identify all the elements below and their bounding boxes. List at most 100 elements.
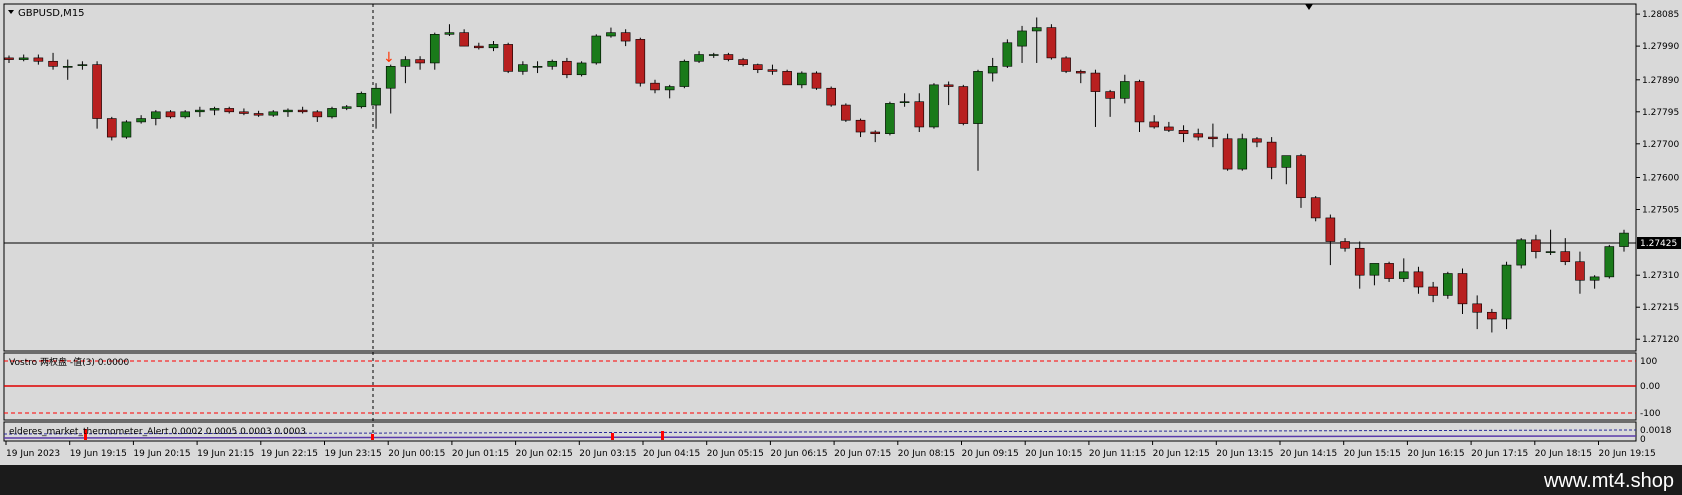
bear-candle <box>1487 311 1497 320</box>
bull-candle <box>385 66 396 89</box>
time-tick-label: 20 Jun 15:15 <box>1344 449 1401 459</box>
bull-candle <box>1369 263 1380 276</box>
current-price-label: 1.27425 <box>1640 239 1677 249</box>
time-tick-label: 20 Jun 00:15 <box>388 449 445 459</box>
time-tick-label: 20 Jun 18:15 <box>1535 449 1592 459</box>
signal-arrow-icon: ↓ <box>383 50 395 66</box>
bull-candle <box>1619 232 1629 247</box>
bear-candle <box>1354 247 1365 276</box>
time-tick-label: 20 Jun 07:15 <box>834 449 891 459</box>
indicator2-tick-bottom: 0 <box>1640 435 1646 445</box>
bear-candle <box>943 84 954 87</box>
bull-candle <box>1501 264 1512 320</box>
price-tick-label: 1.27890 <box>1642 76 1679 86</box>
thermometer-spike <box>611 433 614 440</box>
time-tick-label: 19 Jun 22:15 <box>261 449 318 459</box>
bear-candle <box>620 32 631 42</box>
bull-candle <box>1398 271 1409 279</box>
price-tick-label: 1.27795 <box>1642 108 1679 118</box>
symbol-label: GBPUSD,M15 <box>18 8 85 19</box>
bear-candle <box>650 82 660 91</box>
bear-candle <box>1164 126 1174 131</box>
bull-candle <box>1120 81 1130 99</box>
time-tick-label: 20 Jun 10:15 <box>1025 449 1082 459</box>
bull-candle <box>885 103 895 135</box>
bear-candle <box>1384 263 1394 279</box>
bull-candle <box>488 44 499 49</box>
bull-candle <box>327 108 337 118</box>
time-tick-label: 19 Jun 2023 <box>6 449 60 459</box>
time-tick-label: 20 Jun 16:15 <box>1407 449 1464 459</box>
bull-candle <box>283 109 293 113</box>
bull-candle <box>1017 30 1027 47</box>
bear-candle <box>415 59 425 64</box>
price-tick-label: 1.27505 <box>1642 206 1679 216</box>
bull-candle <box>1281 155 1292 168</box>
bear-candle <box>1134 81 1145 123</box>
bear-candle <box>914 101 925 128</box>
main-price-pane[interactable] <box>3 3 1637 352</box>
bear-candle <box>297 109 308 113</box>
bull-candle <box>547 60 558 67</box>
bear-candle <box>106 118 117 138</box>
bear-candle <box>738 59 748 65</box>
price-tick-label: 1.27120 <box>1642 335 1679 345</box>
time-tick-label: 20 Jun 05:15 <box>707 449 764 459</box>
bear-candle <box>1252 138 1262 143</box>
price-tick-label: 1.27990 <box>1642 42 1679 52</box>
bear-candle <box>635 39 646 84</box>
bull-candle <box>429 34 440 64</box>
bear-candle <box>811 72 822 89</box>
time-tick-label: 20 Jun 03:15 <box>579 449 636 459</box>
bear-candle <box>33 57 44 62</box>
bull-candle <box>797 72 807 86</box>
bull-candle <box>929 84 939 128</box>
bear-candle <box>1531 239 1541 252</box>
bear-candle <box>503 44 513 72</box>
bull-candle <box>62 66 73 68</box>
indicator1-tick-zero: 0.00 <box>1640 382 1660 392</box>
bull-candle <box>136 118 146 123</box>
thermometer-spike <box>661 431 664 440</box>
bull-candle <box>1604 246 1615 278</box>
bull-candle <box>606 32 616 37</box>
indicator2-label: elderes_market_thermometer_Alert 0.0002 … <box>9 427 306 437</box>
time-tick-label: 19 Jun 23:15 <box>325 449 382 459</box>
time-tick-label: 20 Jun 02:15 <box>516 449 573 459</box>
bull-candle <box>18 57 29 60</box>
bear-candle <box>958 86 969 124</box>
mt4-chart-window: 1.28085 1.27990 1.27890 1.27795 1.27700 1.276… <box>0 0 1682 495</box>
bear-candle <box>841 104 851 121</box>
time-tick-label: 20 Jun 13:15 <box>1216 449 1273 459</box>
indicator1-label: Vostro 两权盘 -值(3) 0.0000 <box>9 356 130 368</box>
bear-candle <box>1208 136 1218 140</box>
bear-candle <box>1428 286 1438 296</box>
indicator1-tick-bottom: -100 <box>1640 409 1661 419</box>
bull-candle <box>444 32 455 35</box>
bull-candle <box>973 71 983 124</box>
bear-candle <box>165 111 176 118</box>
price-tick-label: 1.27600 <box>1642 174 1679 184</box>
bear-candle <box>1193 133 1204 138</box>
bear-candle <box>767 69 778 72</box>
price-tick-label: 1.27310 <box>1642 271 1679 281</box>
bull-candle <box>694 54 704 62</box>
time-tick-label: 20 Jun 19:15 <box>1599 449 1656 459</box>
bull-candle <box>1545 251 1556 253</box>
time-tick-label: 20 Jun 17:15 <box>1471 449 1528 459</box>
bear-candle <box>253 113 264 116</box>
bear-candle <box>1296 155 1306 199</box>
bull-candle <box>532 66 543 68</box>
bear-candle <box>48 60 58 67</box>
price-tick-label: 1.27700 <box>1642 140 1679 150</box>
bear-candle <box>1340 241 1350 249</box>
time-tick-label: 20 Jun 11:15 <box>1089 449 1146 459</box>
thermometer-spike <box>371 434 374 440</box>
bull-candle <box>987 66 998 74</box>
time-tick-label: 20 Jun 01:15 <box>452 449 509 459</box>
bear-candle <box>1046 27 1057 59</box>
bear-candle <box>1105 91 1115 99</box>
bear-candle <box>1413 271 1424 288</box>
time-tick-label: 19 Jun 19:15 <box>70 449 127 459</box>
bear-candle <box>826 87 836 106</box>
